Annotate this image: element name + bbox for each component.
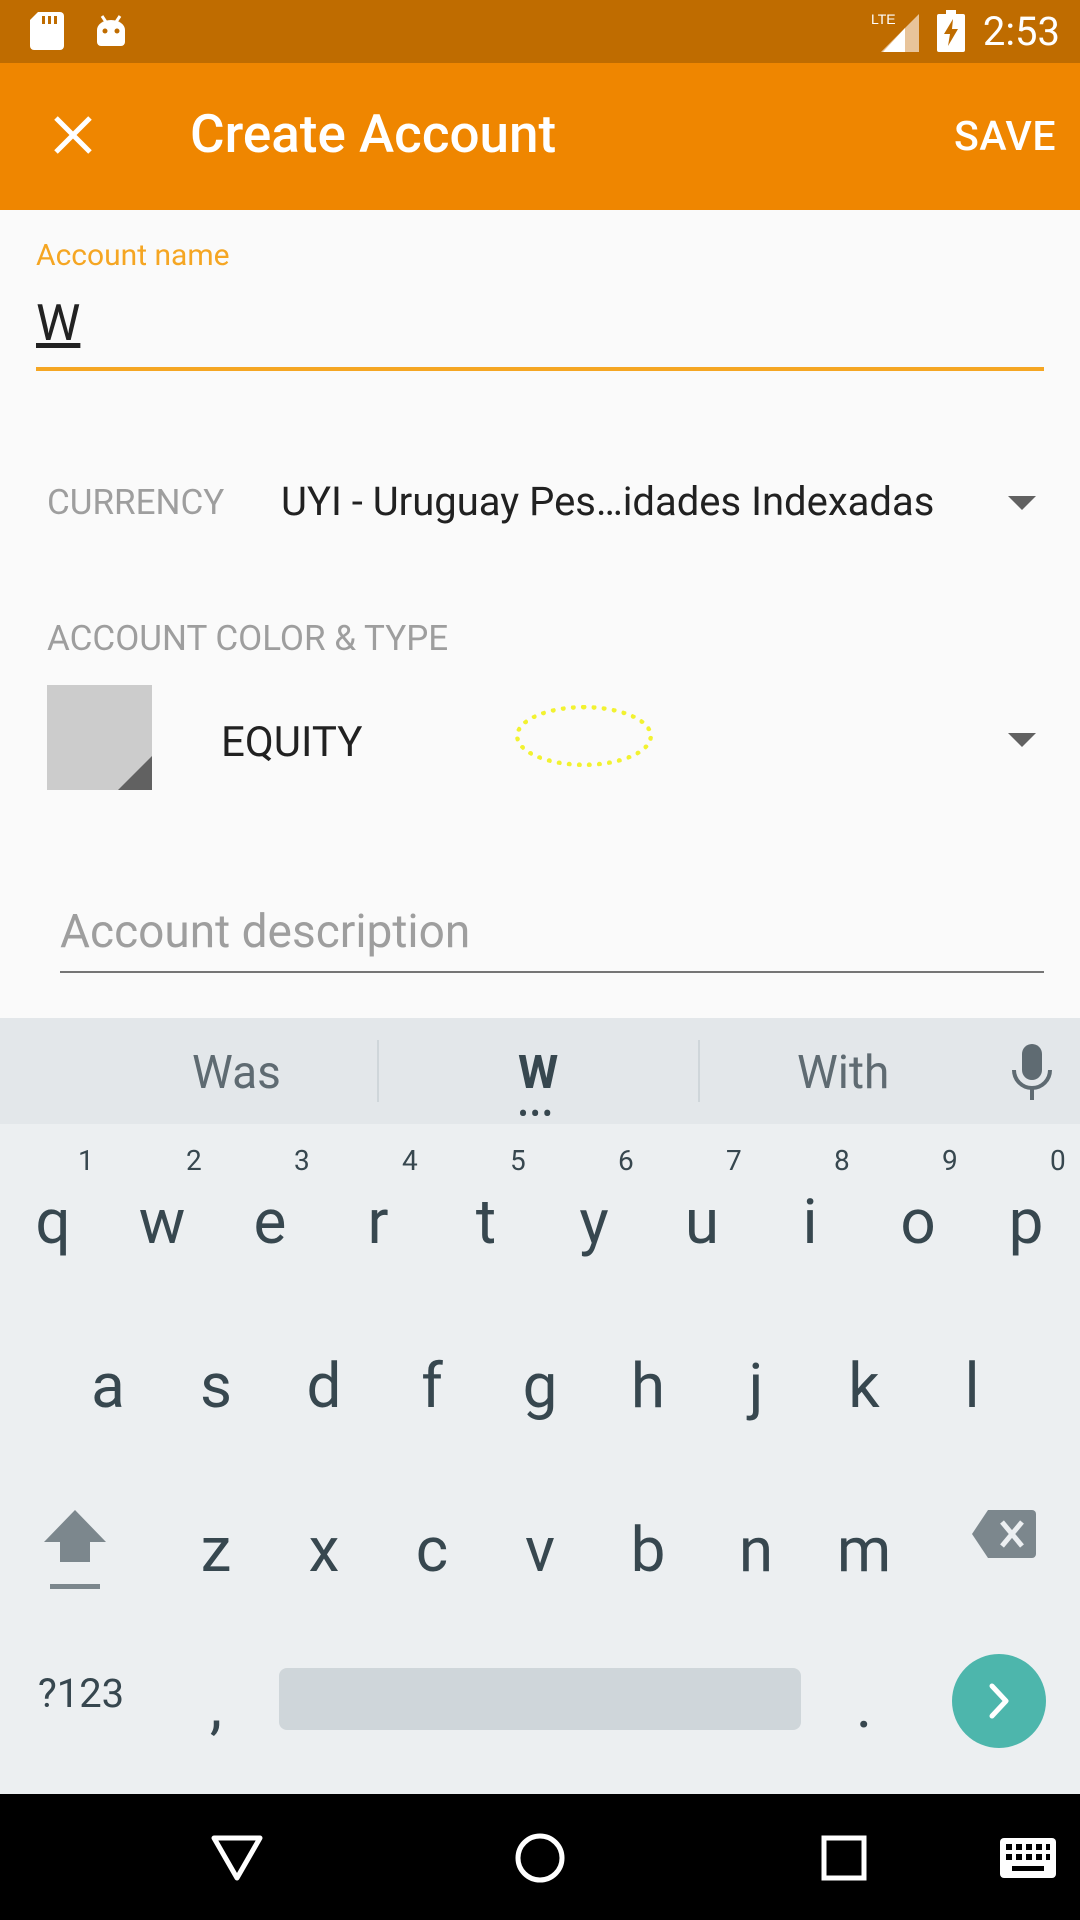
key-h[interactable]: h [598,1350,698,1423]
suggestion-divider [698,1040,700,1102]
key-a[interactable]: a [58,1350,158,1423]
key-hint: 0 [1050,1144,1066,1177]
key-hint: 5 [510,1144,526,1177]
key-r[interactable]: r [328,1186,428,1259]
key-l[interactable]: l [922,1350,1022,1423]
chevron-right-icon [989,1683,1009,1719]
key-n[interactable]: n [706,1514,806,1587]
app-toolbar: Create Account SAVE [0,63,1080,210]
key-e[interactable]: e [220,1186,320,1259]
save-button[interactable]: SAVE [954,113,1056,161]
touch-indicator [515,705,653,767]
key-hint: 2 [186,1144,202,1177]
key-b[interactable]: b [598,1514,698,1587]
key-hint: 7 [726,1144,742,1177]
battery-charging-icon [936,10,965,52]
key-i[interactable]: i [760,1186,860,1259]
home-icon[interactable] [514,1832,566,1884]
account-name-underline [36,367,1044,371]
android-icon [97,15,125,46]
key-x[interactable]: x [274,1514,374,1587]
key-y[interactable]: y [544,1186,644,1259]
key-c[interactable]: c [382,1514,482,1587]
key-m[interactable]: m [814,1514,914,1587]
account-color-type-label: ACCOUNT COLOR & TYPE [47,618,449,659]
close-icon[interactable] [48,110,98,160]
keyboard-switch-icon[interactable] [1000,1838,1056,1878]
key-hint: 3 [294,1144,310,1177]
suggestion-more-dots: ••• [518,1097,555,1132]
status-bar: LTE 2:53 [0,0,1080,63]
key-w[interactable]: w [112,1186,212,1259]
clock: 2:53 [982,7,1060,55]
symbols-key[interactable]: ?123 [20,1670,142,1717]
key-u[interactable]: u [652,1186,752,1259]
key-hint: 9 [942,1144,958,1177]
account-description-underline [60,971,1044,973]
enter-key[interactable] [952,1654,1046,1748]
shift-icon[interactable] [42,1508,108,1592]
key-hint: 8 [834,1144,850,1177]
signal-icon: LTE [871,11,919,52]
key-s[interactable]: s [166,1350,266,1423]
suggestion-strip: Was W ••• With [0,1018,1080,1132]
key-q[interactable]: q [3,1186,103,1259]
sd-card-icon [30,12,64,50]
microphone-icon[interactable] [1010,1044,1054,1100]
suggestion-1[interactable]: Was [192,1046,281,1100]
suggestion-divider [377,1040,379,1102]
key-k[interactable]: k [814,1350,914,1423]
key-z[interactable]: z [166,1514,266,1587]
account-name-input[interactable]: W [36,295,80,353]
backspace-icon[interactable] [972,1510,1036,1558]
create-account-form: Account name W CURRENCY UYI - Uruguay Pe… [0,210,1080,1018]
key-o[interactable]: o [868,1186,968,1259]
key-hint: 6 [618,1144,634,1177]
key-d[interactable]: d [274,1350,374,1423]
key-v[interactable]: v [490,1514,590,1587]
account-type-dropdown-arrow-icon[interactable] [1008,733,1036,747]
key-comma[interactable]: , [166,1670,266,1743]
soft-keyboard: Was W ••• With q w e r t y u i o p 1 2 3… [0,1018,1080,1794]
key-p[interactable]: p [976,1186,1076,1259]
space-key[interactable] [279,1668,801,1730]
key-hint: 1 [78,1144,94,1177]
recents-icon[interactable] [820,1834,868,1882]
account-name-label: Account name [36,238,230,273]
navigation-bar [0,1794,1080,1920]
key-g[interactable]: g [490,1350,590,1423]
account-color-swatch[interactable] [47,685,152,790]
key-f[interactable]: f [382,1350,482,1423]
suggestion-2[interactable]: W [518,1046,558,1100]
key-t[interactable]: t [436,1186,536,1259]
currency-select[interactable]: UYI - Uruguay Pes…idades Indexadas [281,478,934,525]
account-type-select[interactable]: EQUITY [221,718,362,767]
color-corner-indicator [118,756,152,790]
key-period[interactable]: . [814,1670,914,1743]
currency-label: CURRENCY [47,482,225,523]
key-hint: 4 [402,1144,418,1177]
page-title: Create Account [190,103,557,165]
back-icon[interactable] [210,1832,264,1882]
suggestion-3[interactable]: With [797,1046,889,1100]
key-j[interactable]: j [706,1350,806,1423]
account-description-input[interactable]: Account description [60,905,1044,959]
svg-text:LTE: LTE [871,11,896,27]
currency-dropdown-arrow-icon[interactable] [1008,496,1036,510]
